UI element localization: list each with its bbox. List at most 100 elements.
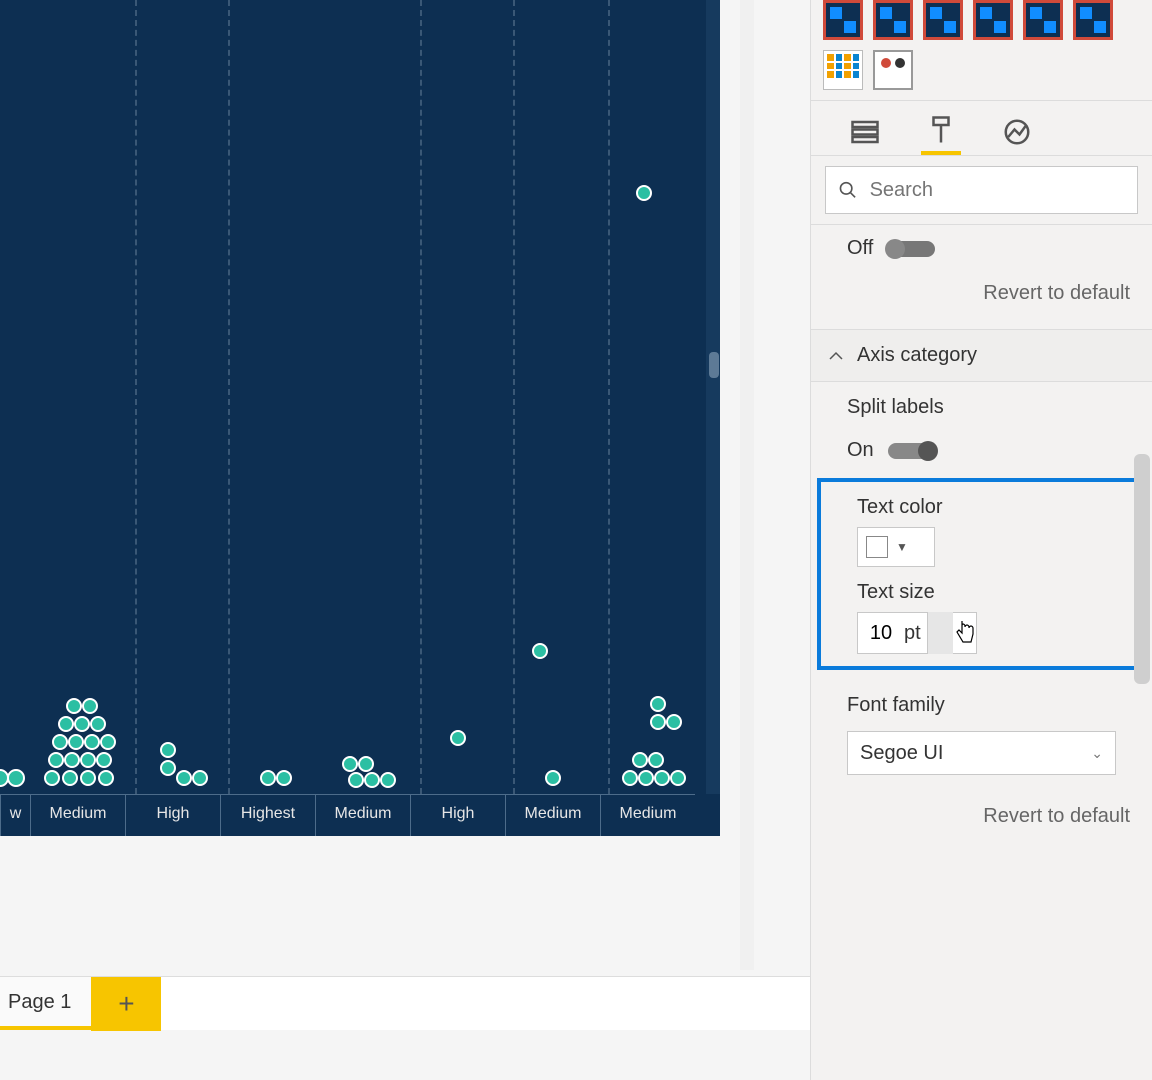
data-point[interactable]: [545, 770, 561, 786]
data-point[interactable]: [48, 752, 64, 768]
split-labels-label: Split labels: [811, 382, 1152, 427]
data-point[interactable]: [98, 770, 114, 786]
data-point[interactable]: [348, 772, 364, 788]
text-size-spinner[interactable]: [927, 612, 953, 654]
custom-visual-icon[interactable]: [973, 0, 1013, 40]
axis-category-label: Medium: [505, 794, 600, 836]
data-point[interactable]: [160, 760, 176, 776]
data-point[interactable]: [176, 770, 192, 786]
revert-to-default-link[interactable]: Revert to default: [811, 272, 1152, 329]
format-search-input[interactable]: [825, 166, 1138, 214]
axis-category-label: High: [125, 794, 220, 836]
text-color-picker[interactable]: ▼: [857, 527, 935, 567]
search-icon: [838, 179, 858, 201]
pane-tabs: [811, 100, 1152, 156]
text-size-unit: pt: [904, 622, 927, 645]
gridline: [228, 0, 230, 794]
data-point[interactable]: [7, 769, 25, 787]
data-point[interactable]: [532, 643, 548, 659]
data-point[interactable]: [80, 752, 96, 768]
data-point[interactable]: [192, 770, 208, 786]
chevron-up-icon: [827, 347, 845, 365]
custom-visual-icon[interactable]: [823, 0, 863, 40]
format-tab[interactable]: [921, 109, 961, 155]
data-point[interactable]: [654, 770, 670, 786]
highlighted-properties: Text color ▼ Text size pt: [817, 478, 1146, 670]
add-page-button[interactable]: +: [91, 977, 161, 1031]
custom-visual-icon[interactable]: [1073, 0, 1113, 40]
data-point[interactable]: [74, 716, 90, 732]
axis-category-label: Highest: [220, 794, 315, 836]
data-point[interactable]: [358, 756, 374, 772]
x-axis-categories: wMediumHighHighestMediumHighMediumMedium: [0, 794, 720, 836]
data-point[interactable]: [666, 714, 682, 730]
data-point[interactable]: [342, 756, 358, 772]
data-point[interactable]: [66, 698, 82, 714]
data-point[interactable]: [450, 730, 466, 746]
data-point[interactable]: [100, 734, 116, 750]
split-labels-toggle[interactable]: [888, 443, 936, 459]
axis-category-label: Medium: [315, 794, 410, 836]
chevron-down-icon: ⌄: [1091, 745, 1103, 762]
data-point[interactable]: [650, 714, 666, 730]
custom-visual-icon[interactable]: [923, 0, 963, 40]
custom-visual-icon[interactable]: [873, 0, 913, 40]
text-size-label: Text size: [821, 567, 1142, 612]
data-point[interactable]: [64, 752, 80, 768]
data-point[interactable]: [52, 734, 68, 750]
font-family-label: Font family: [811, 676, 1152, 725]
axis-category-label: w: [0, 794, 30, 836]
canvas-vertical-scrollbar[interactable]: [740, 0, 754, 970]
custom-visual-icon[interactable]: [1023, 0, 1063, 40]
data-point[interactable]: [622, 770, 638, 786]
page-tab-active[interactable]: Page 1: [0, 977, 91, 1030]
format-pane-scrollbar-thumb[interactable]: [1134, 454, 1150, 684]
text-size-input[interactable]: pt: [857, 612, 977, 654]
fields-tab[interactable]: [845, 109, 885, 155]
data-point[interactable]: [44, 770, 60, 786]
data-point[interactable]: [68, 734, 84, 750]
axis-category-section-header[interactable]: Axis category: [811, 329, 1152, 382]
gridline: [608, 0, 610, 794]
chevron-down-icon: ▼: [896, 540, 908, 554]
data-point[interactable]: [80, 770, 96, 786]
data-point[interactable]: [58, 716, 74, 732]
format-pane: Off Revert to default Axis category Spli…: [810, 0, 1152, 1080]
data-point[interactable]: [670, 770, 686, 786]
data-point[interactable]: [82, 698, 98, 714]
chart-scrollbar-thumb[interactable]: [709, 352, 719, 378]
data-point[interactable]: [160, 742, 176, 758]
revert-to-default-link[interactable]: Revert to default: [811, 775, 1152, 852]
split-labels-state: On: [847, 439, 874, 462]
toggle-state-label: Off: [847, 237, 873, 260]
text-size-value[interactable]: [858, 622, 904, 645]
data-point[interactable]: [62, 770, 78, 786]
axis-category-label: Medium: [30, 794, 125, 836]
data-point[interactable]: [632, 752, 648, 768]
data-point[interactable]: [380, 772, 396, 788]
custom-visual-grid-icon[interactable]: [823, 50, 863, 90]
data-point[interactable]: [648, 752, 664, 768]
gridline: [420, 0, 422, 794]
plus-icon: +: [118, 988, 134, 1020]
report-canvas: wMediumHighHighestMediumHighMediumMedium…: [0, 0, 810, 1080]
data-point[interactable]: [260, 770, 276, 786]
analytics-tab[interactable]: [997, 109, 1037, 155]
chart-vertical-scrollbar[interactable]: [706, 0, 720, 794]
data-point[interactable]: [650, 696, 666, 712]
custom-visual-dots-icon[interactable]: [873, 50, 913, 90]
font-family-dropdown[interactable]: Segoe UI ⌄: [847, 731, 1116, 775]
data-point[interactable]: [96, 752, 112, 768]
data-point[interactable]: [90, 716, 106, 732]
axis-category-label: High: [410, 794, 505, 836]
data-point[interactable]: [276, 770, 292, 786]
property-toggle-off[interactable]: [887, 241, 935, 257]
data-point[interactable]: [636, 185, 652, 201]
data-point[interactable]: [84, 734, 100, 750]
search-field[interactable]: [870, 179, 1125, 202]
page-tabs-bar: Page 1 +: [0, 976, 810, 1030]
visualizations-gallery: [811, 0, 1152, 100]
chart-visual[interactable]: wMediumHighHighestMediumHighMediumMedium: [0, 0, 720, 836]
data-point[interactable]: [364, 772, 380, 788]
data-point[interactable]: [638, 770, 654, 786]
